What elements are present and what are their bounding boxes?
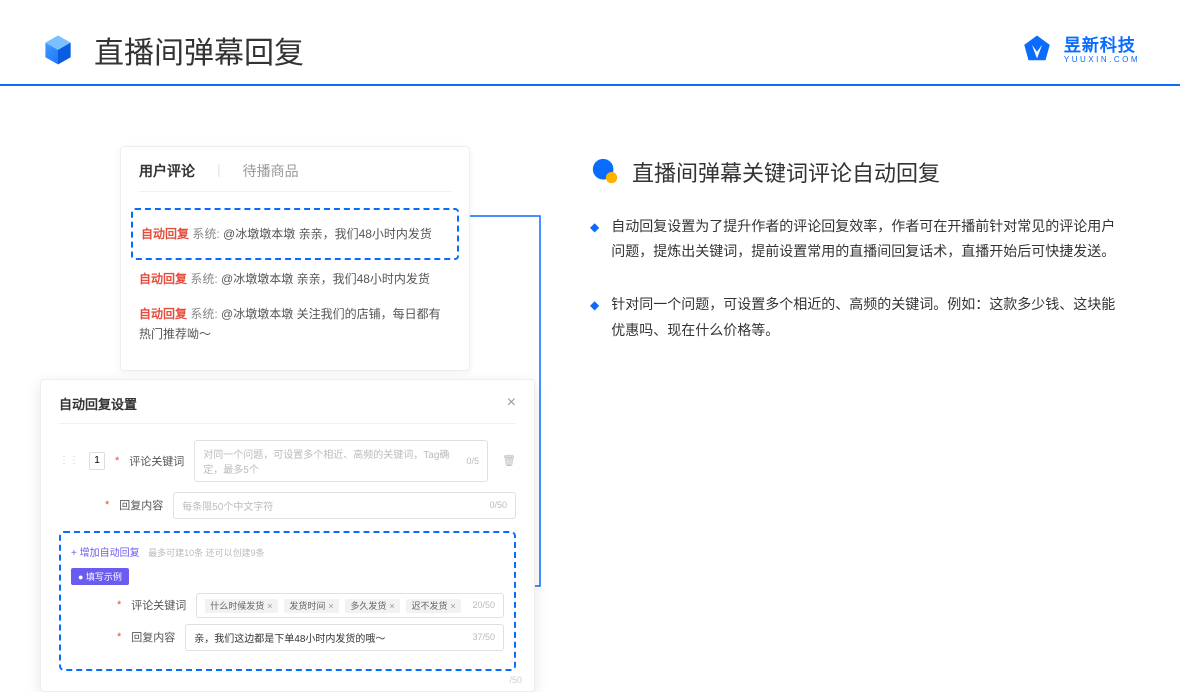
close-icon[interactable]: × xyxy=(507,394,516,412)
brand: 昱新科技 YUUXIN.COM xyxy=(1020,33,1140,67)
field-label: 评论关键词 xyxy=(129,453,184,469)
content-row: * 回复内容 每条限50个中文字符 0/50 xyxy=(105,492,516,519)
example-content-input[interactable]: 亲，我们这边都是下单48小时内发货的哦～ 37/50 xyxy=(185,624,504,651)
section-title: 直播间弹幕关键词评论自动回复 xyxy=(632,156,940,188)
main: 用户评论 | 待播商品 自动回复 系统: @冰墩墩本墩 亲亲，我们48小时内发货… xyxy=(0,86,1180,692)
tag-chip[interactable]: 迟不发货 xyxy=(406,599,460,613)
reply-tag: 自动回复 xyxy=(139,307,187,321)
page-title: 直播间弹幕回复 xyxy=(94,28,304,72)
example-keyword-input[interactable]: 什么时候发货 发货时间 多久发货 迟不发货 20/50 xyxy=(196,593,504,618)
extra-count: /50 xyxy=(509,675,522,685)
field-label: 回复内容 xyxy=(131,629,175,645)
comment-body: @冰墩墩本墩 亲亲，我们48小时内发货 xyxy=(223,227,432,241)
required: * xyxy=(117,631,121,643)
field-label: 回复内容 xyxy=(119,497,163,513)
highlighted-comment: 自动回复 系统: @冰墩墩本墩 亲亲，我们48小时内发货 xyxy=(131,208,459,260)
brand-en: YUUXIN.COM xyxy=(1064,56,1140,64)
comment-row: 自动回复 系统: @冰墩墩本墩 亲亲，我们48小时内发货 xyxy=(141,217,449,251)
sys-label: 系统: xyxy=(190,307,217,321)
settings-card: 自动回复设置 × ⋮⋮ 1 * 评论关键词 对同一个问题，可设置多个相近、高频的… xyxy=(40,379,535,692)
tag-chip[interactable]: 发货时间 xyxy=(284,599,338,613)
required: * xyxy=(115,455,119,467)
keyword-input[interactable]: 对同一个问题，可设置多个相近、高频的关键词，Tag确定，最多5个 0/5 xyxy=(194,440,488,482)
header: 直播间弹幕回复 昱新科技 YUUXIN.COM xyxy=(0,0,1180,86)
comment-row: 自动回复 系统: @冰墩墩本墩 关注我们的店铺，每日都有热门推荐呦～ xyxy=(139,297,451,352)
brand-logo xyxy=(1020,33,1054,67)
reply-tag: 自动回复 xyxy=(141,227,189,241)
trash-icon[interactable]: 🗑 xyxy=(502,454,516,467)
reply-tag: 自动回复 xyxy=(139,272,187,286)
field-label: 评论关键词 xyxy=(131,597,186,613)
section-head: 直播间弹幕关键词评论自动回复 xyxy=(590,156,1140,188)
tabs: 用户评论 | 待播商品 xyxy=(139,161,451,192)
content-input[interactable]: 每条限50个中文字符 0/50 xyxy=(173,492,516,519)
bubble-icon xyxy=(590,157,620,187)
drag-icon[interactable]: ⋮⋮ xyxy=(59,455,79,466)
divider: | xyxy=(217,161,221,181)
example-badge: ● 填写示例 xyxy=(71,568,129,585)
bullet: 自动回复设置为了提升作者的评论回复效率，作者可在开播前针对常见的评论用户问题，提… xyxy=(590,214,1140,264)
settings-title: 自动回复设置 xyxy=(59,394,137,413)
brand-cn: 昱新科技 xyxy=(1064,37,1140,54)
seq: 1 xyxy=(89,452,105,470)
sys-label: 系统: xyxy=(192,227,219,241)
keyword-row: ⋮⋮ 1 * 评论关键词 对同一个问题，可设置多个相近、高频的关键词，Tag确定… xyxy=(59,440,516,482)
comments-card: 用户评论 | 待播商品 自动回复 系统: @冰墩墩本墩 亲亲，我们48小时内发货… xyxy=(120,146,470,371)
required: * xyxy=(117,599,121,611)
bullet: 针对同一个问题，可设置多个相近的、高频的关键词。例如：这款多少钱、这块能优惠吗、… xyxy=(590,292,1140,342)
right-column: 直播间弹幕关键词评论自动回复 自动回复设置为了提升作者的评论回复效率，作者可在开… xyxy=(590,146,1140,692)
add-reply-link[interactable]: + 增加自动回复 xyxy=(71,544,140,559)
cube-icon xyxy=(40,32,76,68)
sys-label: 系统: xyxy=(190,272,217,286)
tag-chip[interactable]: 多久发货 xyxy=(345,599,399,613)
tab-pending[interactable]: 待播商品 xyxy=(243,161,299,181)
comment-row: 自动回复 系统: @冰墩墩本墩 亲亲，我们48小时内发货 xyxy=(139,262,451,296)
example-keyword-row: * 评论关键词 什么时候发货 发货时间 多久发货 迟不发货 20/50 xyxy=(117,593,504,618)
tag-chip[interactable]: 什么时候发货 xyxy=(205,599,277,613)
required: * xyxy=(105,499,109,511)
example-box: + 增加自动回复 最多可建10条 还可以创建9条 ● 填写示例 * 评论关键词 … xyxy=(59,531,516,671)
comment-body: @冰墩墩本墩 亲亲，我们48小时内发货 xyxy=(221,272,430,286)
add-hint: 最多可建10条 还可以创建9条 xyxy=(148,548,265,558)
left-column: 用户评论 | 待播商品 自动回复 系统: @冰墩墩本墩 亲亲，我们48小时内发货… xyxy=(40,146,540,692)
example-content-row: * 回复内容 亲，我们这边都是下单48小时内发货的哦～ 37/50 xyxy=(117,624,504,651)
tab-comments[interactable]: 用户评论 xyxy=(139,161,195,181)
